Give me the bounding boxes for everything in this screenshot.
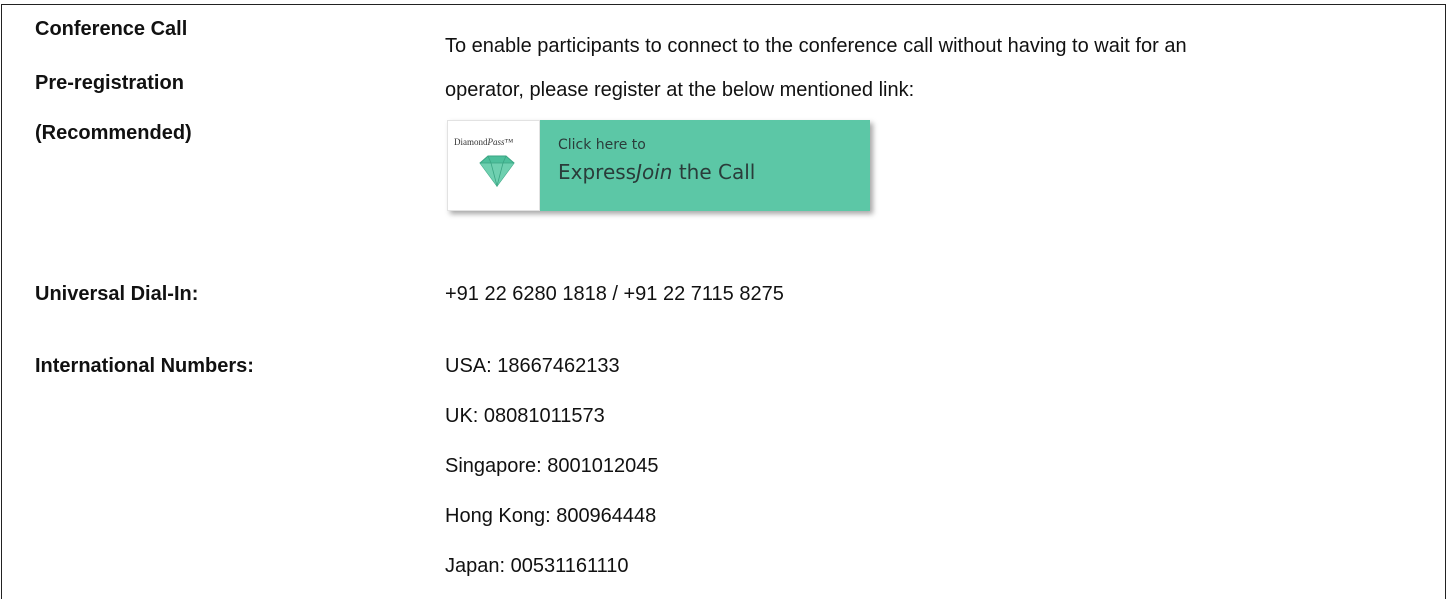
- international-number-hong-kong: Hong Kong: 800964448: [445, 505, 657, 527]
- international-number-uk: UK: 08081011573: [445, 405, 605, 427]
- international-number-japan: Japan: 00531161110: [445, 555, 629, 577]
- universal-dial-in-value: +91 22 6280 1818 / +91 22 7115 8275: [445, 283, 784, 305]
- preregistration-description-line1: To enable participants to connect to the…: [445, 35, 1187, 57]
- banner-action-area[interactable]: Click here to ExpressJoin the Call: [540, 120, 870, 211]
- preregistration-label-line1: Conference Call: [35, 18, 188, 40]
- preregistration-label-line3: (Recommended): [35, 122, 192, 144]
- logo-pass-text: Pass: [487, 137, 505, 147]
- international-numbers-label: International Numbers:: [35, 355, 254, 377]
- international-number-singapore: Singapore: 8001012045: [445, 455, 659, 477]
- preregistration-description-line2: operator, please register at the below m…: [445, 79, 915, 101]
- international-number-usa: USA: 18667462133: [445, 355, 620, 377]
- universal-dial-in-label: Universal Dial-In:: [35, 283, 199, 305]
- logo-brand-text: Diamond: [454, 137, 488, 147]
- click-here-text: Click here to: [558, 137, 646, 153]
- express-join-banner-button[interactable]: DiamondPass™ Click here to ExpressJoin t…: [447, 120, 870, 211]
- preregistration-label-line2: Pre-registration: [35, 72, 184, 94]
- diamond-icon: [479, 155, 515, 187]
- logo-tm-text: ™: [504, 137, 514, 147]
- express-join-text: ExpressJoin the Call: [558, 160, 756, 184]
- diamondpass-logo: DiamondPass™: [447, 120, 540, 211]
